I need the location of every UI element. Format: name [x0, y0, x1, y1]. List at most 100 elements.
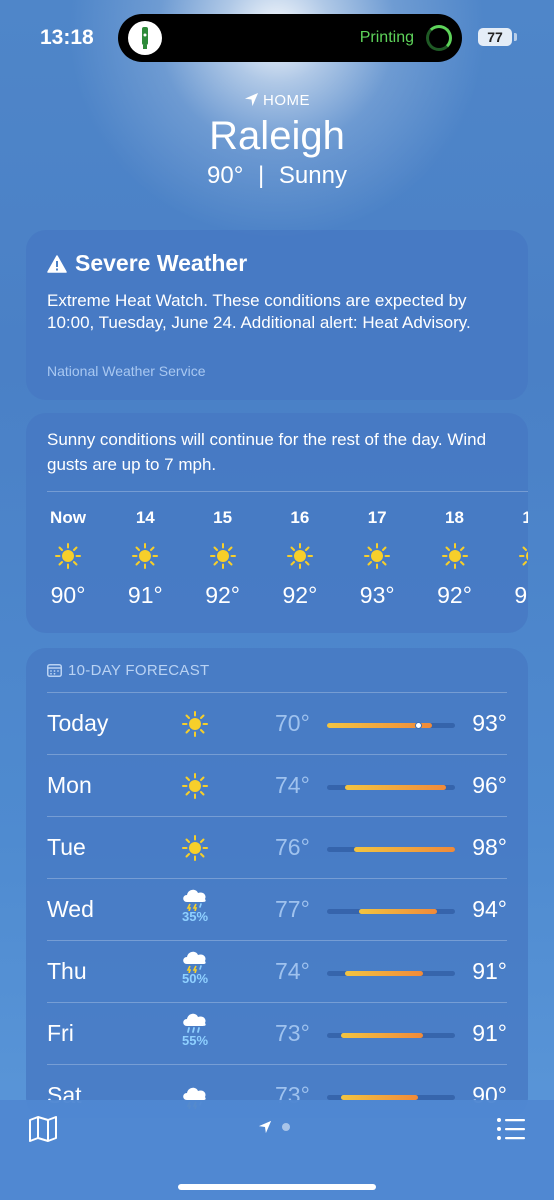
forecast-row[interactable]: Mon 74° 96° — [47, 754, 507, 816]
hour-temp: 93° — [359, 582, 395, 608]
temperature-range-bar — [327, 722, 455, 729]
warning-icon — [47, 255, 67, 273]
temperature-range-fill — [345, 785, 446, 790]
ten-day-forecast-card[interactable]: 10-DAY FORECAST Today 70° 93° Mon 74° 96°… — [26, 648, 528, 1118]
temperature-range-fill — [340, 1033, 423, 1038]
forecast-row[interactable]: Today 70° 93° — [47, 692, 507, 754]
forecast-row[interactable]: Thu 50% 74° 91° — [47, 940, 507, 1002]
sun-icon — [115, 536, 175, 576]
hour-item: Now 90° — [38, 508, 98, 609]
forecast-high: 94° — [472, 896, 507, 922]
hourly-summary: Sunny conditions will continue for the r… — [47, 430, 487, 474]
locations-list-button[interactable] — [496, 1116, 526, 1142]
city-name: Raleigh — [209, 114, 345, 158]
hour-label: 17 — [367, 508, 387, 527]
forecast-row[interactable]: Tue 76° 98° — [47, 816, 507, 878]
hour-item: 15 92° — [193, 508, 253, 609]
sun-icon — [270, 536, 330, 576]
page-dot[interactable] — [282, 1123, 290, 1131]
temperature-range-bar — [327, 971, 455, 976]
battery-icon: 77 — [478, 28, 512, 46]
forecast-high: 91° — [472, 958, 507, 984]
forecast-low: 74° — [275, 772, 310, 798]
separator: | — [258, 162, 265, 189]
map-button[interactable] — [28, 1116, 58, 1142]
hourly-forecast-card[interactable]: Sunny conditions will continue for the r… — [26, 413, 528, 633]
severe-weather-card[interactable]: Severe Weather Extreme Heat Watch. These… — [26, 230, 528, 400]
list-icon — [497, 1118, 525, 1140]
sun-icon — [177, 825, 213, 871]
sun-icon — [38, 536, 98, 576]
forecast-high: 91° — [472, 1020, 507, 1046]
hour-item: 16 92° — [270, 508, 330, 609]
temperature-range-fill — [354, 847, 455, 852]
live-activity-label: Printing — [359, 29, 414, 46]
status-time: 13:18 — [40, 26, 94, 49]
hour-item: 14 91° — [115, 508, 175, 609]
hour-item: 19 90° — [502, 508, 528, 609]
temperature-range-bar — [327, 909, 455, 914]
sun-icon — [347, 536, 407, 576]
sun-icon — [425, 536, 485, 576]
hour-item: 18 92° — [425, 508, 485, 609]
location-arrow-icon — [258, 1120, 272, 1134]
calendar-icon — [47, 664, 62, 677]
sun-icon — [502, 536, 528, 576]
hour-temp: 92° — [282, 582, 318, 608]
hour-temp: 90° — [50, 582, 86, 608]
current-conditions: 90° | Sunny — [0, 162, 554, 190]
forecast-day: Wed — [47, 896, 94, 922]
current-temp-marker — [414, 722, 422, 729]
alert-source-link[interactable]: National Weather Service — [47, 363, 205, 379]
temperature-range-fill — [345, 971, 423, 976]
precip-chance: 35% — [181, 908, 209, 924]
alert-title: Severe Weather — [47, 250, 247, 277]
sun-icon — [177, 763, 213, 809]
forecast-row[interactable]: Fri 55% 73° 91° — [47, 1002, 507, 1064]
hour-temp: 92° — [437, 582, 472, 608]
temperature-range-fill — [359, 909, 437, 914]
forecast-high: 93° — [472, 710, 507, 736]
forecast-low: 73° — [275, 1020, 310, 1046]
dynamic-island[interactable]: Printing — [118, 14, 462, 62]
alert-title-text: Severe Weather — [75, 250, 248, 276]
sun-icon — [177, 701, 213, 747]
bottom-toolbar — [0, 1100, 554, 1200]
hour-label: 15 — [213, 508, 233, 527]
forecast-low: 70° — [275, 710, 310, 736]
forecast-low: 76° — [275, 834, 310, 860]
temperature-range-bar — [327, 847, 455, 852]
precip-chance: 55% — [181, 1032, 209, 1048]
forecast-high: 98° — [472, 834, 507, 860]
location-text: HOME — [263, 92, 310, 109]
forecast-day: Fri — [47, 1020, 74, 1046]
forecast-high: 96° — [472, 772, 507, 798]
forecast-day: Today — [47, 710, 109, 736]
hour-label: 14 — [135, 508, 155, 527]
thunderstorm-icon: 35% — [177, 881, 213, 927]
map-icon — [29, 1116, 57, 1142]
hour-temp: 92° — [205, 582, 240, 608]
forecast-header-text: 10-DAY FORECAST — [68, 662, 210, 679]
forecast-header: 10-DAY FORECAST — [47, 662, 209, 679]
temperature-range-bar — [327, 1033, 455, 1038]
hour-label: Now — [50, 508, 86, 527]
hour-temp: 90° — [514, 582, 528, 608]
forecast-day: Mon — [47, 772, 92, 798]
printer-app-icon — [128, 21, 162, 55]
alert-body: Extreme Heat Watch. These conditions are… — [47, 291, 471, 332]
page-indicator[interactable] — [258, 1120, 290, 1134]
forecast-row[interactable]: Wed 35% 77° 94° — [47, 878, 507, 940]
forecast-day: Thu — [47, 958, 87, 984]
hour-label: 19 — [522, 508, 528, 527]
rain-icon: 55% — [177, 1005, 213, 1051]
home-indicator[interactable] — [178, 1184, 376, 1190]
current-temperature: 90° — [207, 162, 244, 189]
battery-tip — [514, 33, 517, 41]
forecast-low: 74° — [275, 958, 310, 984]
progress-ring-icon — [426, 25, 452, 51]
hour-item: 17 93° — [347, 508, 407, 609]
hour-temp: 91° — [127, 582, 163, 608]
precip-chance: 50% — [181, 970, 209, 986]
location-arrow-icon — [244, 92, 259, 107]
